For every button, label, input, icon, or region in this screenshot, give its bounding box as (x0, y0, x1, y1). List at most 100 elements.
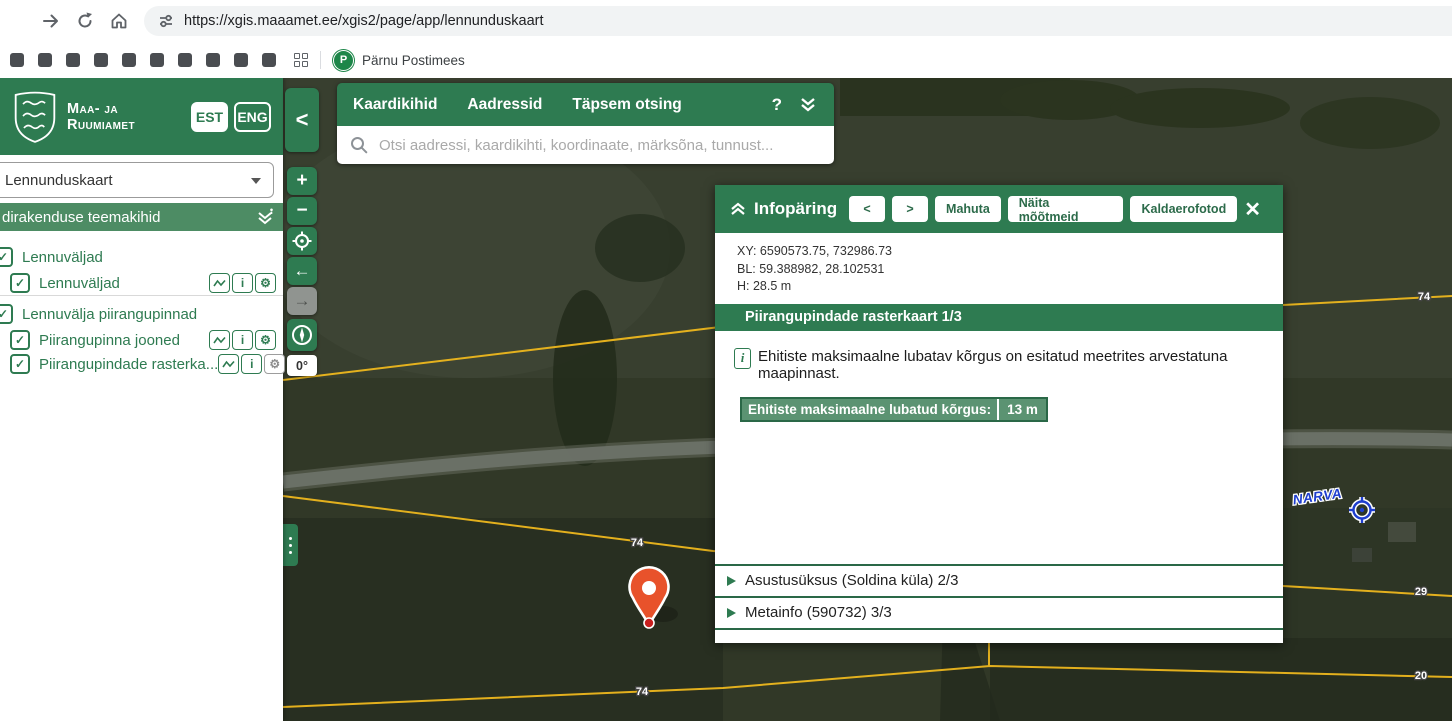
tab-aadressid[interactable]: Aadressid (467, 96, 542, 114)
sidebar-collapse-button[interactable]: < (285, 88, 319, 152)
legend-line-icon[interactable] (209, 330, 230, 350)
history-forward-button[interactable]: → (287, 287, 317, 315)
accordion-metainfo[interactable]: Metainfo (590732) 3/3 (715, 596, 1283, 628)
info-icon[interactable]: i (232, 330, 253, 350)
result-content: i Ehitiste maksimaalne lubatav kõrgus on… (715, 331, 1283, 564)
rotation-readout[interactable]: 0° (287, 355, 317, 376)
group1-label: Lennuväljad (22, 249, 103, 266)
forward-icon[interactable] (34, 4, 68, 38)
sidebar-drag-handle[interactable] (283, 524, 298, 566)
app-dropdown[interactable]: Lennunduskaart (0, 162, 274, 198)
site-settings-icon[interactable] (158, 13, 174, 29)
themes-bar[interactable]: dirakenduse teemakihid (0, 203, 283, 231)
contour-label-74-mid: 74 (631, 537, 644, 549)
layer2-label: Piirangupinna jooned (39, 332, 180, 349)
history-back-button[interactable]: ← (287, 257, 317, 285)
home-icon[interactable] (102, 4, 136, 38)
next-result-button[interactable]: > (892, 196, 928, 222)
layer1-label: Lennuväljad (39, 275, 120, 292)
bookmark-favicon[interactable] (10, 53, 24, 67)
info-icon[interactable]: i (232, 273, 253, 293)
info-badge-icon: i (734, 348, 751, 369)
layer-row-rasterkaart: ✓ Piirangupindade rasterka... i ⚙ (10, 352, 276, 376)
screen: https://xgis.maaamet.ee/xgis2/page/app/l… (0, 0, 1452, 721)
collapse-up-icon[interactable] (729, 201, 747, 217)
search-input[interactable] (377, 136, 834, 155)
bookmarks-separator (320, 51, 321, 69)
zoom-out-button[interactable]: − (287, 197, 317, 225)
result-section-header[interactable]: Piirangupindade rasterkaart 1/3 (715, 304, 1283, 331)
search-icon (350, 136, 368, 154)
bookmark-favicon[interactable] (66, 53, 80, 67)
show-measures-button[interactable]: Näita mõõtmeid (1008, 196, 1124, 222)
gear-icon[interactable]: ⚙ (255, 330, 276, 350)
height-value: 13 m (999, 399, 1046, 420)
coord-h: H: 28.5 m (737, 278, 1283, 296)
checkbox-group1[interactable]: ✓ (0, 247, 13, 267)
checkbox-layer1[interactable]: ✓ (10, 273, 30, 293)
search-panel-header: Kaardikihid Aadressid Täpsem otsing ? (337, 83, 834, 126)
tab-tapsem-otsing[interactable]: Täpsem otsing (572, 96, 681, 114)
tab-kaardikihid[interactable]: Kaardikihid (353, 96, 437, 114)
bookmark-favicon[interactable] (150, 53, 164, 67)
info-panel-title: Infopäring (754, 199, 837, 219)
locate-button[interactable] (287, 227, 317, 255)
xgis-app: 74 74 29 74 20 NARVA (0, 78, 1452, 721)
search-panel: Kaardikihid Aadressid Täpsem otsing ? (337, 83, 834, 164)
checkbox-group2[interactable]: ✓ (0, 304, 13, 324)
url-text: https://xgis.maaamet.ee/xgis2/page/app/l… (184, 13, 544, 29)
collapse-panel-icon[interactable] (798, 96, 818, 113)
bookmark-favicon[interactable] (206, 53, 220, 67)
layer-group-piirangupinnad: ✓ Lennuvälja piirangupinnad (0, 302, 279, 326)
apps-grid-icon[interactable] (294, 53, 308, 67)
layer-group-lennuvaljad: ✓ Lennuväljad (0, 245, 279, 269)
themes-bar-title: dirakenduse teemakihid (2, 209, 160, 226)
bookmark-favicon[interactable] (94, 53, 108, 67)
height-label: Ehitiste maksimaalne lubatud kõrgus: (742, 399, 997, 420)
gear-icon[interactable]: ⚙ (255, 273, 276, 293)
bookmark-postimees[interactable]: Pärnu Postimees (362, 53, 465, 68)
legend-line-icon[interactable] (209, 273, 230, 293)
lang-est-button[interactable]: EST (191, 102, 228, 132)
info-icon[interactable]: i (241, 354, 262, 374)
panel-footer-strip (715, 628, 1283, 643)
zoom-in-button[interactable]: + (287, 167, 317, 195)
compass-button[interactable] (287, 319, 317, 351)
fit-button[interactable]: Mahuta (935, 196, 1001, 222)
checkbox-layer2[interactable]: ✓ (10, 330, 30, 350)
reload-icon[interactable] (68, 4, 102, 38)
layers-sidebar: Maa- ja Ruumiamet EST ENG Lennunduskaart… (0, 78, 283, 721)
contour-label-74-bottom: 74 (636, 686, 649, 698)
info-panel-header: Infopäring < > Mahuta Näita mõõtmeid Kal… (715, 185, 1283, 233)
legend-info-icon[interactable] (255, 208, 275, 226)
layer-row-jooned: ✓ Piirangupinna jooned i ⚙ (10, 328, 276, 352)
lang-eng-button[interactable]: ENG (234, 102, 271, 132)
locate-icon (291, 230, 313, 252)
address-bar[interactable]: https://xgis.maaamet.ee/xgis2/page/app/l… (144, 6, 1452, 36)
help-button[interactable]: ? (772, 95, 782, 115)
contour-label-20: 20 (1415, 670, 1427, 682)
accordion-asustusyksus[interactable]: Asustusüksus (Soldina küla) 2/3 (715, 564, 1283, 596)
checkbox-layer3[interactable]: ✓ (10, 354, 30, 374)
coord-bl: BL: 59.388982, 28.102531 (737, 261, 1283, 279)
bookmark-favicon[interactable] (262, 53, 276, 67)
prev-result-button[interactable]: < (849, 196, 885, 222)
note-row: i Ehitiste maksimaalne lubatav kõrgus on… (715, 331, 1283, 382)
bookmark-favicon[interactable] (122, 53, 136, 67)
contour-label-74-right: 74 (1418, 291, 1431, 303)
coat-of-arms-logo (12, 90, 58, 144)
close-icon[interactable]: ✕ (1244, 197, 1269, 222)
bookmark-favicon[interactable] (38, 53, 52, 67)
legend-line-icon[interactable] (218, 354, 239, 374)
bookmark-favicon[interactable] (178, 53, 192, 67)
bookmark-favicon[interactable] (234, 53, 248, 67)
oblique-photos-button[interactable]: Kaldaerofotod (1130, 196, 1237, 222)
coord-xy: XY: 6590573.75, 732986.73 (737, 243, 1283, 261)
postimees-favicon[interactable]: P (333, 50, 354, 71)
chevron-down-icon (251, 178, 261, 184)
gear-icon-disabled[interactable]: ⚙ (264, 354, 285, 374)
expand-triangle-icon (727, 576, 736, 586)
height-result-box: Ehitiste maksimaalne lubatud kõrgus: 13 … (740, 397, 1048, 422)
sidebar-header: Maa- ja Ruumiamet EST ENG (0, 78, 283, 155)
expand-triangle-icon (727, 608, 736, 618)
